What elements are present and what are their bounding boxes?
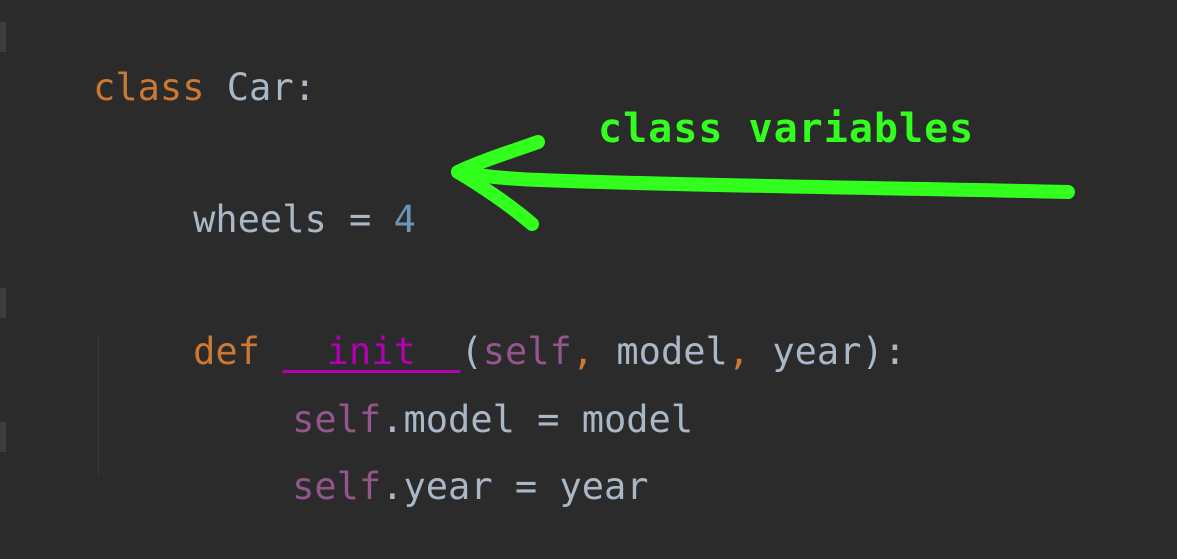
code-editor[interactable]: class Car: wheels = 4 def __init__(self,… <box>0 0 1177 508</box>
annotation-label: class variables <box>598 106 975 152</box>
arrow-left-icon <box>451 135 1075 231</box>
